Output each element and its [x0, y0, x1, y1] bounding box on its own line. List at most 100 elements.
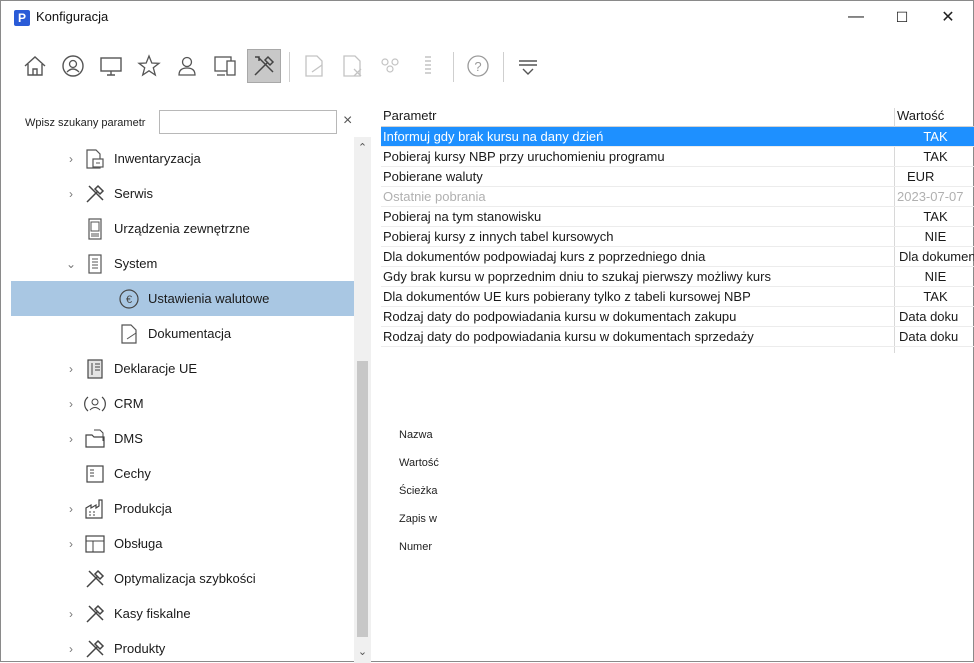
- title-bar: P Konfiguracja — ☐ ✕: [1, 1, 973, 33]
- user-button[interactable]: [170, 49, 204, 83]
- scroll-down-icon[interactable]: ⌄: [357, 645, 368, 658]
- tree-item-optymalizacja[interactable]: Optymalizacja szybkości: [11, 561, 357, 596]
- value-cell: TAK: [923, 289, 948, 304]
- tree-item-label: Optymalizacja szybkości: [114, 571, 256, 586]
- expand-icon[interactable]: ›: [65, 607, 77, 621]
- param-cell: Pobieraj kursy z innych tabel kursowych: [383, 229, 614, 244]
- config-tree: › Inwentaryzacja › Serwis Urządzenia zew…: [11, 137, 357, 663]
- edit-document-button[interactable]: [297, 49, 331, 83]
- factory-icon: [83, 497, 107, 521]
- detail-label-sciezka: Ścieżka: [399, 485, 438, 497]
- expand-icon[interactable]: ›: [65, 642, 77, 656]
- tree-item-label: Dokumentacja: [148, 326, 232, 341]
- tree-item-label: Urządzenia zewnętrzne: [114, 221, 250, 236]
- tree-item-label: Kasy fiskalne: [114, 606, 191, 621]
- tree-item-label: Ustawienia walutowe: [148, 291, 270, 306]
- tree-item-cechy[interactable]: Cechy: [11, 456, 357, 491]
- tree-item-ustawienia-walutowe[interactable]: € Ustawienia walutowe: [11, 281, 357, 316]
- grid-row[interactable]: Dla dokumentów podpowiadaj kurs z poprze…: [381, 247, 974, 267]
- grid-row[interactable]: Gdy brak kursu w poprzednim dniu to szuk…: [381, 267, 974, 287]
- search-input[interactable]: [159, 110, 337, 134]
- column-header-parametr[interactable]: Parametr: [383, 108, 893, 123]
- toolbar-separator: [503, 52, 504, 82]
- help-button[interactable]: ?: [461, 49, 495, 83]
- maximize-button[interactable]: ☐: [879, 1, 925, 33]
- tree-item-inwentaryzacja[interactable]: › Inwentaryzacja: [11, 141, 357, 176]
- tools-button[interactable]: [247, 49, 281, 83]
- expand-icon[interactable]: ›: [65, 537, 77, 551]
- page-icon: [117, 322, 141, 346]
- tree-item-crm[interactable]: › CRM: [11, 386, 357, 421]
- toolbar-separator: [453, 52, 454, 82]
- folder-doc-icon: [83, 427, 107, 451]
- grid-row[interactable]: Rodzaj daty do podpowiadania kursu w dok…: [381, 307, 974, 327]
- expand-icon[interactable]: ›: [65, 187, 77, 201]
- toolbar: ?: [1, 35, 973, 99]
- grid-row[interactable]: Dla dokumentów UE kurs pobierany tylko z…: [381, 287, 974, 307]
- expand-icon[interactable]: ›: [65, 502, 77, 516]
- grid-row[interactable]: Pobierane waluty EUR: [381, 167, 974, 187]
- expand-icon[interactable]: ›: [65, 432, 77, 446]
- param-cell: Dla dokumentów podpowiadaj kurs z poprze…: [383, 249, 706, 264]
- delete-document-button[interactable]: [335, 49, 369, 83]
- param-cell: Gdy brak kursu w poprzednim dniu to szuk…: [383, 269, 771, 284]
- inventory-icon: [83, 147, 107, 171]
- grid-row[interactable]: Pobieraj kursy NBP przy uruchomieniu pro…: [381, 147, 974, 167]
- star-icon: [137, 54, 161, 77]
- svg-text:?: ?: [474, 59, 481, 74]
- list-icon: [83, 462, 107, 486]
- tree-item-system[interactable]: ⌄ System: [11, 246, 357, 281]
- workstation-button[interactable]: [208, 49, 242, 83]
- menu-filter-icon: [519, 60, 537, 75]
- layout-icon: [83, 532, 107, 556]
- minimize-button[interactable]: —: [833, 1, 879, 33]
- param-cell: Pobierane waluty: [383, 169, 483, 184]
- grid-row[interactable]: Informuj gdy brak kursu na dany dzień TA…: [381, 127, 974, 147]
- tree-item-produkcja[interactable]: › Produkcja: [11, 491, 357, 526]
- euro-icon: €: [117, 287, 141, 311]
- group-button[interactable]: [373, 49, 407, 83]
- tree-item-produkty[interactable]: › Produkty: [11, 631, 357, 663]
- tree-item-dokumentacja[interactable]: Dokumentacja: [11, 316, 357, 351]
- grid-row[interactable]: Pobieraj na tym stanowisku TAK: [381, 207, 974, 227]
- expand-icon[interactable]: ›: [65, 362, 77, 376]
- list-button[interactable]: [411, 49, 445, 83]
- tree-panel: Wpisz szukany parametr × › Inwentaryzacj…: [11, 101, 371, 663]
- scroll-up-icon[interactable]: ⌃: [357, 141, 368, 154]
- home-icon: [24, 56, 46, 76]
- tools-icon: [83, 637, 107, 661]
- home-button[interactable]: [18, 49, 52, 83]
- expand-icon[interactable]: ›: [65, 152, 77, 166]
- collapse-icon[interactable]: ⌄: [65, 257, 77, 271]
- favorites-button[interactable]: [132, 49, 166, 83]
- tools-icon: [83, 602, 107, 626]
- close-button[interactable]: ✕: [925, 1, 971, 33]
- user-circle-icon: [62, 55, 84, 77]
- tree-item-label: Deklaracje UE: [114, 361, 198, 376]
- user-icon: [178, 56, 196, 76]
- grid-row[interactable]: Rodzaj daty do podpowiadania kursu w dok…: [381, 327, 974, 347]
- tree-scrollbar[interactable]: ⌃ ⌄: [354, 137, 371, 663]
- app-icon: P: [14, 10, 30, 26]
- tree-item-kasy-fiskalne[interactable]: › Kasy fiskalne: [11, 596, 357, 631]
- tree-item-dms[interactable]: › DMS: [11, 421, 357, 456]
- user-circle-button[interactable]: [56, 49, 90, 83]
- monitor-button[interactable]: [94, 49, 128, 83]
- tree-item-obsluga[interactable]: › Obsługa: [11, 526, 357, 561]
- tree-item-urzadzenia[interactable]: Urządzenia zewnętrzne: [11, 211, 357, 246]
- grid-row[interactable]: Pobieraj kursy z innych tabel kursowych …: [381, 227, 974, 247]
- tools-icon: [254, 55, 275, 76]
- expand-icon[interactable]: ›: [65, 397, 77, 411]
- clear-search-icon[interactable]: ×: [343, 112, 352, 130]
- config-window: P Konfiguracja — ☐ ✕ ? Wpisz szukany par…: [0, 0, 974, 663]
- grid-row[interactable]: Ostatnie pobrania 2023-07-07: [381, 187, 974, 207]
- filter-menu-button[interactable]: [511, 49, 545, 83]
- tree-item-deklaracje-ue[interactable]: › Deklaracje UE: [11, 351, 357, 386]
- value-cell: TAK: [923, 129, 948, 144]
- tree-item-serwis[interactable]: › Serwis: [11, 176, 357, 211]
- detail-label-zapis-w: Zapis w: [399, 513, 437, 525]
- value-cell: EUR: [907, 169, 935, 184]
- column-header-wartosc[interactable]: Wartość: [897, 108, 974, 123]
- scroll-thumb[interactable]: [357, 361, 368, 637]
- tree-item-label: Inwentaryzacja: [114, 151, 201, 166]
